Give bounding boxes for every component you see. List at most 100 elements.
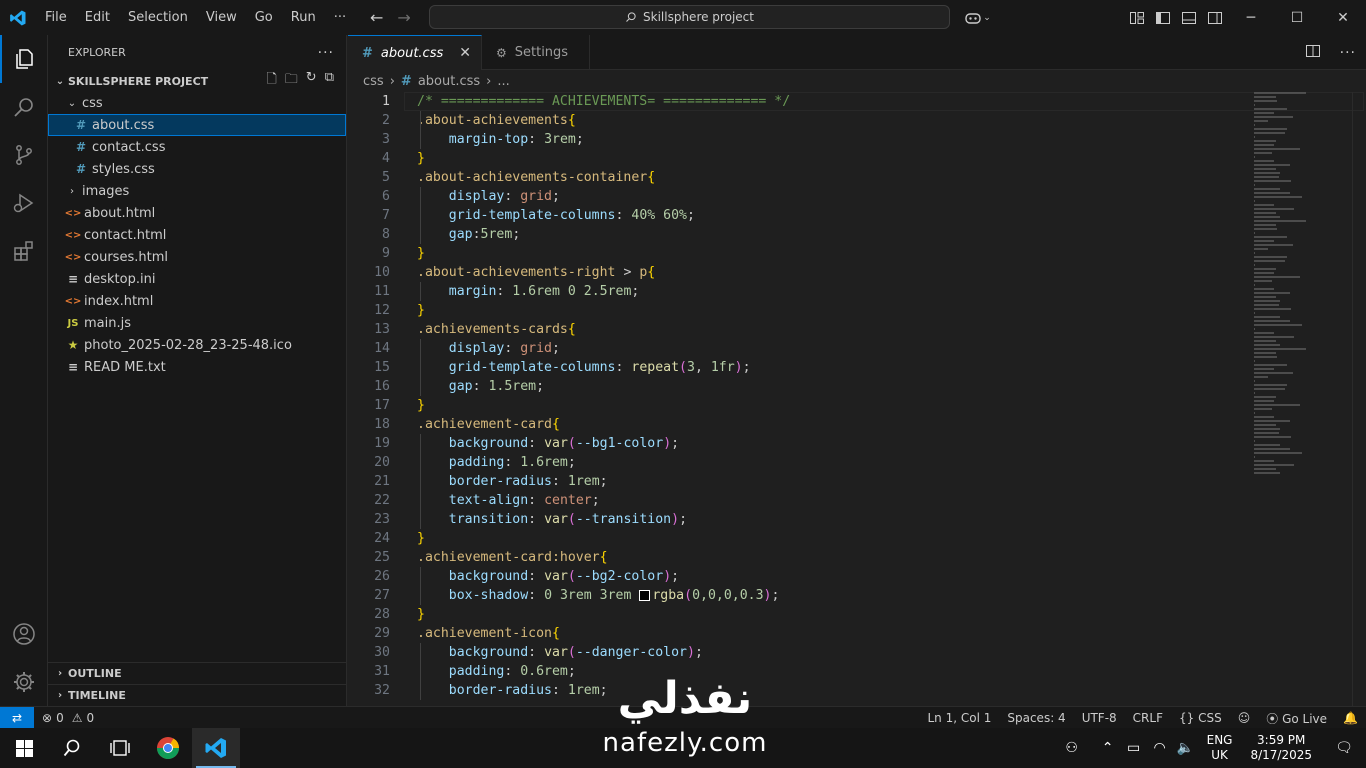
cursor-position[interactable]: Ln 1, Col 1 — [928, 711, 992, 725]
breadcrumb-file[interactable]: about.css — [418, 74, 480, 89]
code-token: ; — [686, 208, 695, 223]
menu-more[interactable]: ··· — [325, 0, 355, 35]
copilot-icon[interactable]: ⌄ — [960, 0, 996, 35]
minimap[interactable] — [1254, 92, 1328, 474]
close-window-button[interactable]: ✕ — [1320, 0, 1366, 35]
manage-gear-icon[interactable] — [0, 658, 48, 706]
tree-file[interactable]: JS main.js — [48, 312, 346, 334]
breadcrumb-more[interactable]: ... — [497, 74, 509, 89]
indentation[interactable]: Spaces: 4 — [1007, 711, 1065, 725]
code-text: box-shadow: 0 3rem 3rem rgba(0,0,0,0.3); — [417, 588, 780, 603]
chrome-icon[interactable] — [144, 728, 192, 768]
editor-more-actions-icon[interactable]: ··· — [1340, 45, 1356, 61]
back-arrow-icon[interactable]: ← — [370, 8, 383, 27]
tree-file[interactable]: # styles.css — [48, 158, 346, 180]
minimize-button[interactable]: ─ — [1228, 0, 1274, 35]
people-icon[interactable]: ⚇ — [1059, 740, 1085, 756]
minimap-line — [1254, 340, 1276, 342]
taskbar-search-icon[interactable] — [48, 728, 96, 768]
line-number: 26 — [374, 569, 390, 584]
tree-file[interactable]: ★ photo_2025-02-28_23-25-48.ico — [48, 334, 346, 356]
tab-about-css[interactable]: # about.css ✕ — [348, 35, 482, 70]
problems-indicator[interactable]: ⊗ 0 ⚠ 0 — [42, 711, 94, 725]
extensions-icon[interactable] — [0, 227, 48, 275]
activity-bar — [0, 35, 48, 706]
language-mode[interactable]: {} CSS — [1179, 711, 1222, 725]
explorer-icon[interactable] — [0, 35, 48, 83]
code-token: 0 3rem 3rem — [544, 588, 640, 603]
code-editor[interactable]: 1 /* ============= ACHIEVEMENTS= ========… — [348, 92, 1366, 706]
tree-file[interactable]: # about.css — [48, 114, 346, 136]
notifications-bell-icon[interactable]: 🔔 — [1343, 711, 1358, 725]
maximize-button[interactable]: ☐ — [1274, 0, 1320, 35]
split-editor-icon[interactable] — [1305, 44, 1320, 61]
search-icon[interactable] — [0, 83, 48, 131]
customize-layout-icon[interactable] — [1124, 0, 1150, 35]
chevron-up-icon[interactable]: ⌃ — [1095, 740, 1121, 756]
tree-file[interactable]: ≡ READ ME.txt — [48, 356, 346, 378]
menu-edit[interactable]: Edit — [76, 0, 119, 35]
new-folder-icon[interactable]: 🗀 — [285, 70, 298, 92]
volume-icon[interactable]: 🔈 — [1173, 740, 1199, 756]
tree-file[interactable]: # contact.css — [48, 136, 346, 158]
collapse-all-icon[interactable]: ⧉ — [325, 70, 334, 92]
windows-start-icon[interactable] — [0, 728, 48, 768]
outline-section[interactable]: › OUTLINE — [48, 662, 347, 684]
run-debug-icon[interactable] — [0, 179, 48, 227]
tree-folder[interactable]: › images — [48, 180, 346, 202]
forward-arrow-icon[interactable]: → — [397, 8, 410, 27]
remote-indicator-icon[interactable]: ⇄ — [0, 706, 34, 729]
vertical-scrollbar[interactable] — [1352, 92, 1366, 706]
tab-settings[interactable]: ⚙ Settings — [482, 35, 590, 70]
command-center[interactable]: Skillsphere project — [429, 5, 950, 29]
code-token: padding — [448, 664, 505, 679]
code-token: : — [504, 455, 521, 470]
menu-selection[interactable]: Selection — [119, 0, 197, 35]
toggle-primary-sidebar-icon[interactable] — [1150, 0, 1176, 35]
clock[interactable]: 3:59 PM 8/17/2025 — [1250, 733, 1312, 763]
new-file-icon[interactable]: 🗋 — [266, 70, 276, 92]
menu-run[interactable]: Run — [282, 0, 325, 35]
toggle-panel-icon[interactable] — [1176, 0, 1202, 35]
source-control-icon[interactable] — [0, 131, 48, 179]
tree-folder[interactable]: ⌄ css — [48, 92, 346, 114]
close-tab-icon[interactable]: ✕ — [459, 45, 471, 61]
toggle-secondary-sidebar-icon[interactable] — [1202, 0, 1228, 35]
minimap-line — [1254, 308, 1292, 310]
project-section-header[interactable]: ⌄ SKILLSPHERE PROJECT 🗋 🗀 ↻ ⧉ — [48, 70, 346, 92]
battery-icon[interactable]: ▭ — [1121, 740, 1147, 756]
tree-file[interactable]: <> contact.html — [48, 224, 346, 246]
menu-go[interactable]: Go — [246, 0, 282, 35]
refresh-icon[interactable]: ↻ — [306, 70, 317, 92]
encoding[interactable]: UTF-8 — [1082, 711, 1117, 725]
code-line: 31 padding: 0.6rem; — [348, 662, 1366, 681]
wifi-icon[interactable]: ◠ — [1147, 740, 1173, 756]
timeline-section[interactable]: › TIMELINE — [48, 684, 347, 706]
menu-file[interactable]: File — [36, 0, 76, 35]
code-token: 1rem — [567, 474, 600, 489]
line-ending[interactable]: CRLF — [1133, 711, 1163, 725]
copilot-status-icon[interactable]: ☺ — [1238, 711, 1251, 725]
minimap-line — [1254, 232, 1256, 234]
color-swatch-icon[interactable] — [639, 589, 651, 601]
notifications-icon[interactable]: 🗨 — [1322, 740, 1366, 756]
code-token: { — [567, 322, 576, 337]
accounts-icon[interactable] — [0, 610, 48, 658]
tree-item-label: photo_2025-02-28_23-25-48.ico — [84, 337, 292, 353]
tree-file[interactable]: <> about.html — [48, 202, 346, 224]
tree-file[interactable]: <> index.html — [48, 290, 346, 312]
task-view-icon[interactable] — [96, 728, 144, 768]
tree-file[interactable]: ≡ desktop.ini — [48, 268, 346, 290]
minimap-line — [1254, 296, 1276, 298]
menu-view[interactable]: View — [197, 0, 246, 35]
explorer-more-actions-icon[interactable]: ··· — [318, 45, 334, 61]
go-live-button[interactable]: ⦿ Go Live — [1266, 710, 1327, 727]
indent-guide — [420, 567, 421, 605]
breadcrumb-folder[interactable]: css — [363, 74, 384, 89]
tree-file[interactable]: <> courses.html — [48, 246, 346, 268]
tree-item-label: styles.css — [92, 161, 155, 177]
vscode-taskbar-icon[interactable] — [192, 728, 240, 768]
input-language[interactable]: ENG UK — [1207, 733, 1233, 763]
